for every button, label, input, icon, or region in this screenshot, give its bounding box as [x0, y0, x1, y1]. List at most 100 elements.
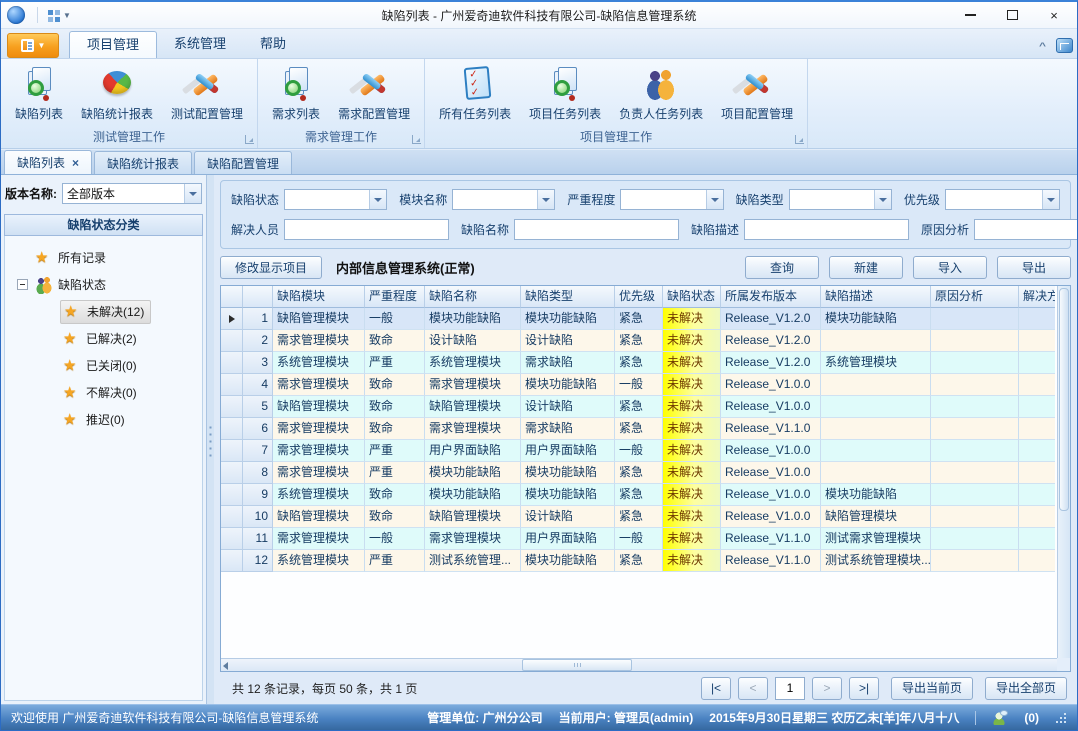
table-row[interactable]: 3 系统管理模块 严重 系统管理模块 需求缺陷 紧急 未解决 Release_V…	[221, 352, 1057, 374]
tree-item[interactable]: 不解决(0)	[5, 379, 202, 406]
header-priority[interactable]: 优先级	[615, 286, 663, 308]
ribbon-button[interactable]: 测试配置管理	[163, 62, 251, 125]
table-row[interactable]: 9 系统管理模块 致命 模块功能缺陷 模块功能缺陷 紧急 未解决 Release…	[221, 484, 1057, 506]
filter-text-input[interactable]	[514, 219, 679, 240]
ribbon-button[interactable]: 缺陷统计报表	[73, 62, 161, 125]
tree-item[interactable]: 缺陷状态	[5, 271, 202, 298]
table-row[interactable]: 2 需求管理模块 致命 设计缺陷 设计缺陷 紧急 未解决 Release_V1.…	[221, 330, 1057, 352]
combo-dropdown-button[interactable]	[706, 190, 723, 209]
dialog-launcher-icon[interactable]	[245, 135, 254, 144]
header-cause-analysis[interactable]: 原因分析	[931, 286, 1019, 308]
user-message-icon[interactable]	[992, 710, 1008, 725]
export-current-page-button[interactable]: 导出当前页	[891, 677, 973, 700]
export-all-pages-button[interactable]: 导出全部页	[985, 677, 1067, 700]
header-release-version[interactable]: 所属发布版本	[721, 286, 821, 308]
table-row[interactable]: 12 系统管理模块 严重 测试系统管理... 模块功能缺陷 紧急 未解决 Rel…	[221, 550, 1057, 572]
ribbon-tab-help[interactable]: 帮助	[243, 31, 303, 58]
tree-item[interactable]: 已解决(2)	[5, 325, 202, 352]
filter-combo[interactable]	[452, 189, 555, 210]
horizontal-scrollbar[interactable]	[221, 658, 1057, 671]
quick-access-toolbar-icon[interactable]	[48, 10, 53, 15]
maximize-button[interactable]	[991, 3, 1033, 27]
tree-item[interactable]: 推迟(0)	[5, 406, 202, 433]
ribbon-button[interactable]: 缺陷列表	[7, 62, 71, 125]
filter-text-input[interactable]	[284, 219, 449, 240]
filter-combo[interactable]	[284, 189, 387, 210]
table-row[interactable]: 5 缺陷管理模块 致命 缺陷管理模块 设计缺陷 紧急 未解决 Release_V…	[221, 396, 1057, 418]
table-row[interactable]: 1 缺陷管理模块 一般 模块功能缺陷 模块功能缺陷 紧急 未解决 Release…	[221, 308, 1057, 330]
table-row[interactable]: 11 需求管理模块 一般 需求管理模块 用户界面缺陷 一般 未解决 Releas…	[221, 528, 1057, 550]
ribbon-button[interactable]: 负责人任务列表	[611, 62, 711, 125]
filter-combo[interactable]	[620, 189, 723, 210]
combo-dropdown-button[interactable]	[537, 190, 554, 209]
ribbon-tab-system-management[interactable]: 系统管理	[157, 31, 243, 58]
query-button[interactable]: 查询	[745, 256, 819, 279]
ribbon-button[interactable]: 项目配置管理	[713, 62, 801, 125]
previous-page-button[interactable]: <	[738, 677, 768, 700]
doc-tab-defect-report[interactable]: 缺陷统计报表	[94, 151, 192, 174]
row-indicator-cell	[221, 330, 243, 352]
tools-icon	[356, 66, 392, 100]
version-select[interactable]: 全部版本	[62, 183, 202, 204]
export-button[interactable]: 导出	[997, 256, 1071, 279]
ribbon-button[interactable]: 所有任务列表	[431, 62, 519, 125]
table-row[interactable]: 7 需求管理模块 严重 用户界面缺陷 用户界面缺陷 一般 未解决 Release…	[221, 440, 1057, 462]
help-icon[interactable]	[1056, 38, 1073, 53]
tree-expander-icon[interactable]	[17, 279, 28, 290]
tree-item[interactable]: 未解决(12)	[5, 298, 202, 325]
doc-tab-defect-config[interactable]: 缺陷配置管理	[194, 151, 292, 174]
scroll-left-icon[interactable]	[223, 662, 228, 670]
dialog-launcher-icon[interactable]	[412, 135, 421, 144]
doc-tab-defect-list[interactable]: 缺陷列表 ×	[4, 150, 92, 174]
ribbon-button[interactable]: 需求列表	[264, 62, 328, 125]
row-indicator-cell	[221, 528, 243, 550]
combo-dropdown-button[interactable]	[874, 190, 891, 209]
header-solution[interactable]: 解决方法	[1019, 286, 1055, 308]
ribbon-collapse-icon[interactable]: ^	[1039, 40, 1046, 51]
import-button[interactable]: 导入	[913, 256, 987, 279]
combo-dropdown-button[interactable]	[369, 190, 386, 209]
minimize-button[interactable]	[949, 3, 991, 27]
header-defect-status[interactable]: 缺陷状态	[663, 286, 721, 308]
row-number-cell: 3	[243, 352, 273, 374]
filter-text-input[interactable]	[974, 219, 1077, 240]
dialog-launcher-icon[interactable]	[795, 135, 804, 144]
resize-grip-icon[interactable]	[1055, 712, 1067, 724]
header-severity[interactable]: 严重程度	[365, 286, 425, 308]
table-row[interactable]: 8 需求管理模块 严重 模块功能缺陷 模块功能缺陷 紧急 未解决 Release…	[221, 462, 1057, 484]
close-button[interactable]: ×	[1033, 3, 1075, 27]
quick-access-dropdown-icon[interactable]: ▼	[63, 11, 71, 20]
vertical-scrollbar[interactable]	[1057, 286, 1070, 658]
vertical-scrollbar-thumb[interactable]	[1059, 288, 1069, 511]
tree-item[interactable]: 已关闭(0)	[5, 352, 202, 379]
header-defect-module[interactable]: 缺陷模块	[273, 286, 365, 308]
first-page-button[interactable]: |<	[701, 677, 731, 700]
modify-display-items-button[interactable]: 修改显示项目	[220, 256, 322, 279]
ribbon-button[interactable]: 项目任务列表	[521, 62, 609, 125]
application-menu-button[interactable]: ▼	[7, 33, 59, 58]
page-number-input[interactable]	[775, 677, 805, 700]
close-tab-icon[interactable]: ×	[72, 158, 79, 168]
sidebar-splitter[interactable]	[207, 175, 214, 704]
cell-severity: 致命	[365, 418, 425, 440]
next-page-button[interactable]: >	[812, 677, 842, 700]
table-row[interactable]: 4 需求管理模块 致命 需求管理模块 模块功能缺陷 一般 未解决 Release…	[221, 374, 1057, 396]
filter-text-input[interactable]	[744, 219, 909, 240]
combo-dropdown-button[interactable]	[184, 184, 201, 203]
header-defect-name[interactable]: 缺陷名称	[425, 286, 521, 308]
last-page-button[interactable]: >|	[849, 677, 879, 700]
table-row[interactable]: 6 需求管理模块 致命 需求管理模块 需求缺陷 紧急 未解决 Release_V…	[221, 418, 1057, 440]
tree-item[interactable]: 所有记录	[5, 244, 202, 271]
new-button[interactable]: 新建	[829, 256, 903, 279]
cell-cause-analysis	[931, 462, 1019, 484]
ribbon-tab-project-management[interactable]: 项目管理	[69, 31, 157, 58]
filter-combo[interactable]	[789, 189, 892, 210]
header-defect-type[interactable]: 缺陷类型	[521, 286, 615, 308]
table-row[interactable]: 10 缺陷管理模块 致命 缺陷管理模块 设计缺陷 紧急 未解决 Release_…	[221, 506, 1057, 528]
project-title: 内部信息管理系统(正常)	[336, 258, 475, 277]
filter-combo[interactable]	[945, 189, 1060, 210]
combo-dropdown-button[interactable]	[1042, 190, 1059, 209]
ribbon-button[interactable]: 需求配置管理	[330, 62, 418, 125]
header-defect-description[interactable]: 缺陷描述	[821, 286, 931, 308]
horizontal-scrollbar-thumb[interactable]	[522, 659, 632, 671]
